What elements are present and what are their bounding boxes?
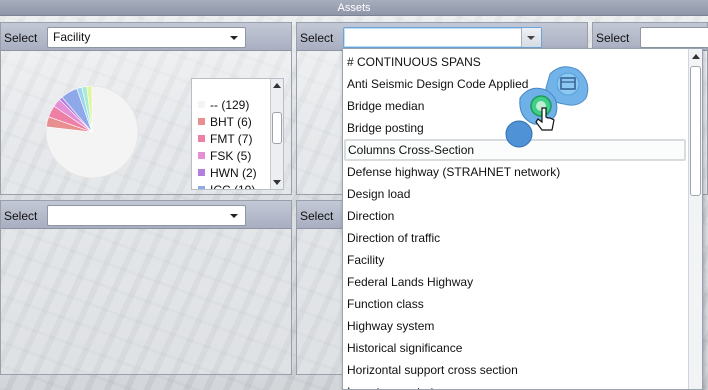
chevron-down-icon [527,36,535,40]
select-value: Facility [53,30,91,44]
scroll-thumb[interactable] [690,66,701,196]
scroll-up-icon[interactable] [273,83,281,88]
pie-chart-svg [45,85,139,179]
legend-swatch [198,135,205,142]
dropdown-option[interactable]: Direction of traffic [347,227,686,249]
pie-chart [44,84,140,180]
select-label: Select [300,31,334,45]
dropdown-option[interactable]: Direction [347,205,686,227]
select-label: Select [4,209,38,223]
panel-header: Select [1,201,291,229]
scroll-down-icon[interactable] [273,180,281,185]
legend-scrollbar[interactable] [270,79,283,189]
legend-label: FSK (5) [210,149,252,163]
panel-header: Select [593,23,708,51]
select-label: Select [4,31,38,45]
legend-item[interactable]: ICC (10) [198,182,256,190]
scroll-up-icon[interactable] [692,54,700,59]
chevron-down-icon[interactable] [230,214,238,218]
legend-label: BHT (6) [210,115,252,129]
dropdown-option[interactable]: Federal Lands Highway [347,271,686,293]
legend-swatch [198,118,205,125]
dropdown-option[interactable]: Highway system [347,315,686,337]
legend-swatch [198,101,205,108]
facility-select[interactable]: Facility [47,27,246,48]
select-label: Select [300,209,334,223]
legend-label: ICC (10) [210,183,256,190]
dropdown-option[interactable]: Facility [347,249,686,271]
chevron-down-icon[interactable] [230,36,238,40]
dropdown-option[interactable]: Inventory route type [347,381,686,389]
page-title: Assets [0,0,708,16]
attribute-select[interactable] [343,27,542,48]
scroll-thumb[interactable] [272,112,282,144]
pan-tool-icon[interactable] [505,120,533,148]
legend-item[interactable]: FMT (7) [198,131,252,147]
legend-item[interactable]: -- (129) [198,97,249,113]
panel-bottom-left: Select [0,200,292,375]
chart-legend: -- (129) BHT (6) FMT (7) FSK (5) HWN (2) ICC … [191,78,284,190]
bottom-left-select[interactable] [47,205,246,226]
dropdown-scrollbar[interactable] [688,49,702,389]
legend-label: HWN (2) [210,166,257,180]
dropdown-option[interactable]: Historical significance [347,337,686,359]
select-label: Select [596,31,630,45]
dropdown-option[interactable]: Design load [347,183,686,205]
floating-tools [505,66,589,148]
panel-header: Select [297,23,587,51]
legend-label: -- (129) [210,98,250,112]
dropdown-option[interactable]: Horizontal support cross section [347,359,686,381]
panel-header: Select Facility [1,23,291,51]
dropdown-button[interactable] [521,28,541,47]
dropdown-option[interactable]: Defense highway (STRAHNET network) [347,161,686,183]
dropdown-option[interactable]: Function class [347,293,686,315]
legend-item[interactable]: HWN (2) [198,165,257,181]
legend-item[interactable]: FSK (5) [198,148,251,164]
legend-swatch [198,169,205,176]
legend-swatch [198,152,205,159]
legend-item[interactable]: BHT (6) [198,114,252,130]
third-select[interactable] [640,27,708,48]
legend-label: FMT (7) [210,132,253,146]
legend-swatch [198,186,205,189]
